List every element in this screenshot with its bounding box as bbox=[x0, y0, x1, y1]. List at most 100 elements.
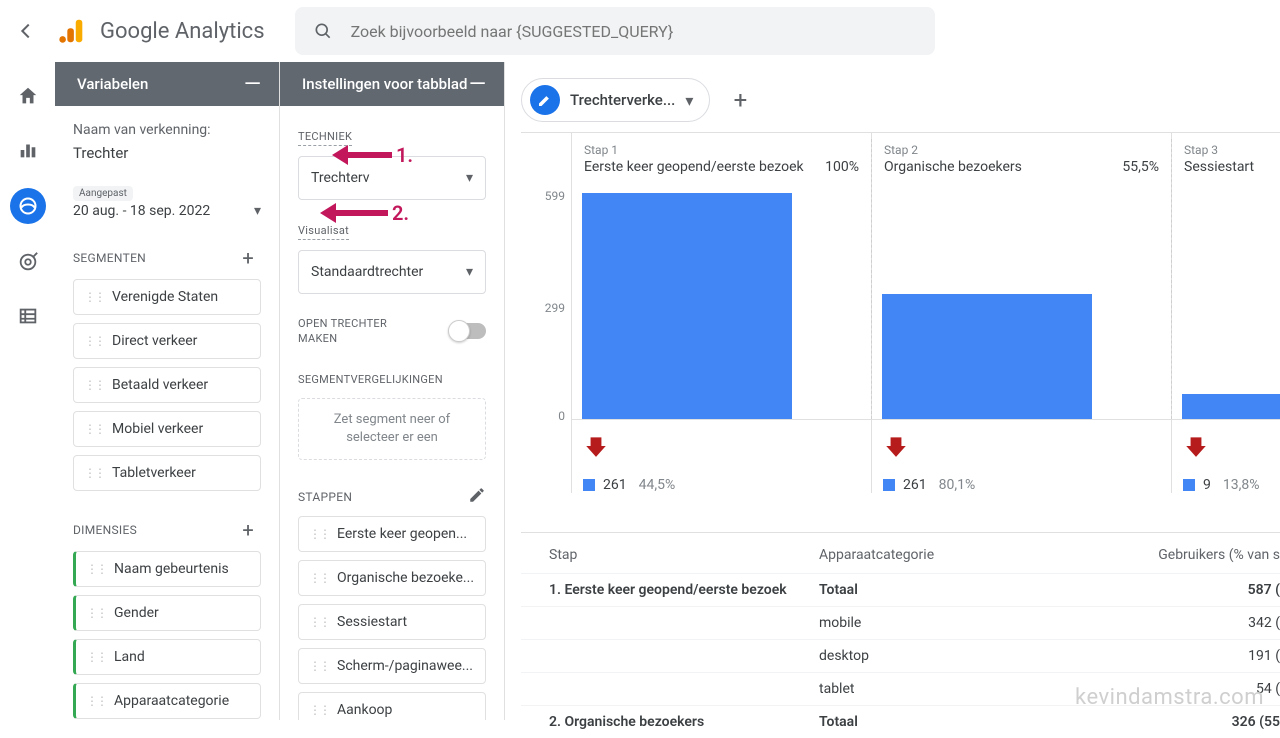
nav-advertising[interactable] bbox=[12, 246, 44, 278]
segment-compare-drop[interactable]: Zet segment neer of selecteer er een bbox=[298, 398, 486, 460]
dimension-chip[interactable]: ⋮⋮Naam gebeurtenis bbox=[73, 551, 261, 587]
segment-compare-label: SEGMENTVERGELIJKINGEN bbox=[298, 373, 486, 386]
drag-handle-icon: ⋮⋮ bbox=[86, 562, 106, 576]
table-row[interactable]: desktop191 ( bbox=[521, 639, 1280, 672]
baseline bbox=[571, 419, 1280, 420]
header: Google Analytics bbox=[0, 0, 1280, 62]
visual-label: Visualisat bbox=[298, 224, 349, 240]
legend-count: 261 bbox=[903, 477, 927, 493]
nav-home[interactable] bbox=[12, 80, 44, 112]
step-label: Scherm-/paginawee... bbox=[337, 658, 473, 674]
open-funnel-label: OPEN TRECHTER MAKEN bbox=[298, 316, 418, 347]
legend-pct: 44,5% bbox=[639, 477, 676, 493]
dimension-chip[interactable]: ⋮⋮Gender bbox=[73, 595, 261, 631]
segment-chip[interactable]: ⋮⋮ Mobiel verkeer bbox=[73, 411, 261, 447]
arrow-down-icon bbox=[1183, 433, 1209, 459]
chevron-down-icon: ▾ bbox=[685, 91, 693, 110]
step-chip[interactable]: ⋮⋮ Sessiestart bbox=[298, 604, 486, 640]
funnel-bar bbox=[582, 193, 792, 419]
home-icon bbox=[17, 85, 39, 107]
cell: 191 ( bbox=[1079, 648, 1280, 664]
drag-handle-icon: ⋮⋮ bbox=[309, 703, 329, 717]
step-number: Stap 2 bbox=[884, 143, 1159, 157]
dimension-label: Land bbox=[114, 649, 145, 665]
step-chip[interactable]: ⋮⋮Eerste keer geopen... bbox=[298, 516, 486, 552]
collapse-button[interactable]: — bbox=[244, 72, 261, 97]
table-row[interactable]: tablet54 ( bbox=[521, 672, 1280, 705]
dimension-label: Apparaatcategorie bbox=[114, 693, 229, 709]
panel-variables-title: Variabelen bbox=[77, 75, 148, 93]
segment-chip[interactable]: ⋮⋮Tabletverkeer bbox=[73, 455, 261, 491]
funnel-table: Stap Apparaatcategorie Gebruikers (% van… bbox=[521, 532, 1280, 738]
chevron-down-icon: ▾ bbox=[466, 264, 473, 280]
dimension-chip[interactable]: ⋮⋮Land bbox=[73, 639, 261, 675]
cell bbox=[549, 681, 819, 697]
ga-logo-icon bbox=[56, 15, 88, 47]
collapse-button[interactable]: — bbox=[469, 72, 486, 97]
panel-settings-title: Instellingen voor tabblad bbox=[302, 75, 467, 93]
dropoff-legend: 26180,1% bbox=[871, 477, 1171, 493]
left-nav bbox=[0, 62, 55, 332]
legend-color-icon bbox=[583, 479, 595, 491]
exploration-name-input[interactable] bbox=[73, 142, 261, 172]
dropoff-legend: 261 44,5% bbox=[571, 477, 871, 493]
dimension-chip[interactable]: ⋮⋮Apparaatcategorie bbox=[73, 683, 261, 719]
table-row[interactable]: mobile342 ( bbox=[521, 606, 1280, 639]
dropoff-indicator bbox=[571, 433, 871, 459]
add-tab-button[interactable]: + bbox=[722, 82, 758, 118]
open-funnel-toggle[interactable] bbox=[450, 323, 486, 339]
search-icon bbox=[313, 21, 333, 41]
table-row[interactable]: 2. Organische bezoekersTotaal326 (55 bbox=[521, 705, 1280, 738]
step-label: Aankoop bbox=[337, 702, 392, 718]
bars bbox=[521, 189, 1280, 419]
technique-select[interactable]: Trechterv ▾ bbox=[298, 156, 486, 200]
add-segment-button[interactable]: + bbox=[235, 245, 261, 271]
date-range-selector[interactable]: 20 aug. - 18 sep. 2022 ▾ bbox=[73, 203, 261, 219]
legend-count: 261 bbox=[603, 477, 627, 493]
segment-label: Tabletverkeer bbox=[112, 465, 196, 481]
cell: 326 (55 bbox=[1079, 714, 1280, 730]
segment-chip[interactable]: ⋮⋮Verenigde Staten bbox=[73, 279, 261, 315]
panel-variables-head: Variabelen — bbox=[55, 62, 279, 106]
panel-settings-head: Instellingen voor tabblad — bbox=[280, 62, 504, 106]
legend-count: 9 bbox=[1203, 477, 1211, 493]
cell bbox=[549, 648, 819, 664]
step-label: Sessiestart bbox=[337, 614, 407, 630]
segment-chip[interactable]: ⋮⋮Direct verkeer bbox=[73, 323, 261, 359]
add-dimension-button[interactable]: + bbox=[235, 517, 261, 543]
list-icon bbox=[17, 305, 39, 327]
search-box[interactable] bbox=[295, 7, 935, 55]
table-row[interactable]: 1. Eerste keer geopend/eerste bezoekTota… bbox=[521, 573, 1280, 606]
segment-label: Betaald verkeer bbox=[112, 377, 208, 393]
step-chip[interactable]: ⋮⋮ Aankoop bbox=[298, 692, 486, 720]
cell: 587 ( bbox=[1079, 582, 1280, 598]
segment-label: Mobiel verkeer bbox=[112, 421, 203, 437]
step-chip[interactable]: ⋮⋮Scherm-/paginawee... bbox=[298, 648, 486, 684]
visual-select[interactable]: Standaardtrechter ▾ bbox=[298, 250, 486, 294]
step-title: Eerste keer geopend/eerste bezoek bbox=[584, 159, 804, 175]
chevron-down-icon: ▾ bbox=[254, 203, 261, 219]
segment-chip[interactable]: ⋮⋮ Betaald verkeer bbox=[73, 367, 261, 403]
exploration-name-label: Naam van verkenning: bbox=[73, 122, 261, 138]
drag-handle-icon: ⋮⋮ bbox=[309, 571, 329, 585]
drag-handle-icon: ⋮⋮ bbox=[84, 422, 104, 436]
nav-configure[interactable] bbox=[12, 300, 44, 332]
cell: Totaal bbox=[819, 714, 1079, 730]
back-button[interactable] bbox=[8, 13, 44, 49]
cell: desktop bbox=[819, 648, 1079, 664]
nav-reports[interactable] bbox=[12, 134, 44, 166]
search-input[interactable] bbox=[351, 22, 917, 41]
arrow-left-icon bbox=[15, 20, 37, 42]
steps-heading: STAPPEN bbox=[298, 490, 352, 504]
edit-steps-button[interactable] bbox=[468, 486, 486, 508]
cell bbox=[549, 615, 819, 631]
technique-label: TECHNIEK bbox=[298, 130, 352, 146]
drag-handle-icon: ⋮⋮ bbox=[309, 615, 329, 629]
drag-handle-icon: ⋮⋮ bbox=[84, 378, 104, 392]
step-chip[interactable]: ⋮⋮Organische bezoeke... bbox=[298, 560, 486, 596]
legend-color-icon bbox=[1183, 479, 1195, 491]
segment-label: Verenigde Staten bbox=[112, 289, 218, 305]
canvas-tab[interactable]: Trechterverke... ▾ bbox=[521, 78, 710, 122]
nav-explore[interactable] bbox=[10, 188, 46, 224]
technique-value: Trechterv bbox=[311, 170, 370, 186]
